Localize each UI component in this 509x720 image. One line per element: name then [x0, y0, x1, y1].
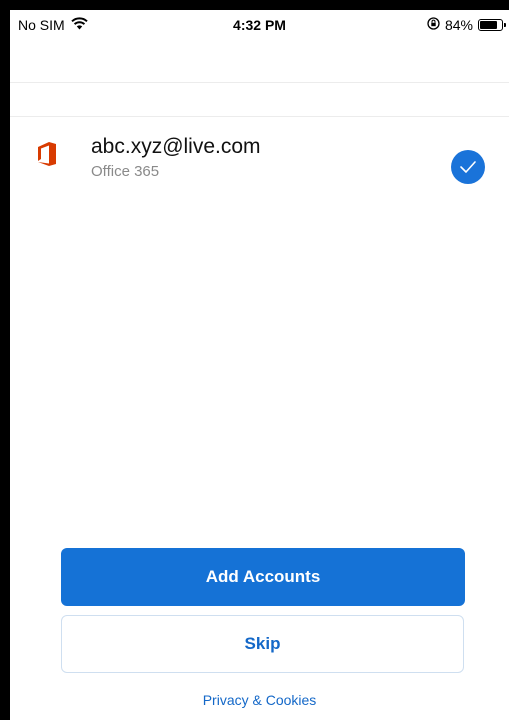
list-top-divider: [10, 116, 509, 117]
account-type: Office 365: [91, 163, 160, 180]
status-right: 84%: [427, 17, 506, 33]
account-email: abc.xyz@live.com: [91, 135, 261, 158]
skip-button[interactable]: Skip: [61, 615, 464, 673]
status-bar: No SIM 4:32 PM 84%: [10, 10, 509, 40]
battery-percent: 84%: [444, 17, 473, 33]
app-screen: No SIM 4:32 PM 84% abc.xyz@live.com Offi…: [10, 10, 509, 720]
battery-icon: [478, 19, 506, 31]
orientation-lock-icon: [427, 17, 440, 33]
battery-tip: [504, 23, 506, 27]
checkmark-icon[interactable]: [451, 150, 485, 184]
privacy-cookies-link[interactable]: Privacy & Cookies: [10, 692, 509, 708]
battery-fill: [480, 21, 497, 29]
account-row[interactable]: abc.xyz@live.com Office 365: [10, 125, 509, 185]
header-divider: [10, 82, 509, 83]
add-accounts-button[interactable]: Add Accounts: [61, 548, 465, 606]
office-logo-icon: [38, 142, 56, 166]
